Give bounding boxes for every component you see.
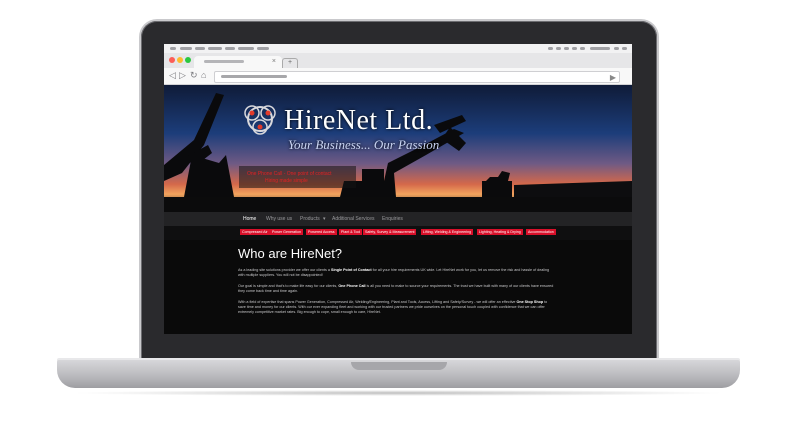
menubar-item[interactable] bbox=[195, 47, 205, 50]
menubar-item[interactable] bbox=[180, 47, 192, 50]
status-icon[interactable] bbox=[564, 47, 569, 50]
menubar-item[interactable] bbox=[238, 47, 254, 50]
minimize-window-button[interactable] bbox=[177, 57, 183, 63]
status-icon[interactable] bbox=[548, 47, 553, 50]
site-logo-text[interactable]: HireNet Ltd. bbox=[284, 105, 433, 137]
laptop-screen: × + ◁ ▷ ↻ ⌂ ▶ HireNet Ltd. Your Business… bbox=[164, 44, 632, 334]
laptop-notch bbox=[351, 362, 447, 370]
category-safety-survey[interactable]: Safety, Survey & Measurement bbox=[363, 229, 417, 235]
hero-banner: HireNet Ltd. Your Business... Our Passio… bbox=[164, 85, 632, 212]
browser-tab[interactable]: × bbox=[194, 56, 282, 68]
category-lifting-welding[interactable]: Lifting, Welding & Engineering bbox=[421, 229, 474, 235]
close-window-button[interactable] bbox=[169, 57, 175, 63]
paragraph-intro: As a leading site solutions provider we … bbox=[238, 268, 550, 277]
category-compressed-air[interactable]: Compressed Air bbox=[240, 229, 270, 235]
site-tagline: Your Business... Our Passion bbox=[288, 137, 440, 152]
os-menubar bbox=[164, 44, 632, 53]
nav-item-why-use-us[interactable]: Why use us bbox=[266, 216, 292, 222]
menubar-item[interactable] bbox=[170, 47, 176, 50]
go-icon[interactable]: ▶ bbox=[610, 73, 616, 82]
paragraph-goal: Our goal is simple and that's to make li… bbox=[238, 284, 554, 293]
close-icon[interactable]: × bbox=[272, 58, 276, 65]
category-plant-tool[interactable]: Plant & Tool bbox=[339, 229, 363, 235]
menubar-item[interactable] bbox=[225, 47, 235, 50]
url-text bbox=[221, 75, 287, 78]
reload-icon[interactable]: ↻ bbox=[190, 70, 198, 81]
search-icon[interactable] bbox=[614, 47, 619, 50]
promo-box: One Phone Call - One point of contact Hi… bbox=[239, 166, 356, 188]
paragraph-expertise: With a field of expertise that spans Pow… bbox=[238, 300, 548, 314]
nav-item-products[interactable]: Products bbox=[300, 216, 320, 222]
content-section: Who are HireNet? As a leading site solut… bbox=[164, 240, 632, 334]
maximize-window-button[interactable] bbox=[185, 57, 191, 63]
nav-item-home[interactable]: Home bbox=[243, 216, 256, 222]
page-title: Who are HireNet? bbox=[238, 246, 343, 261]
back-arrow-icon[interactable]: ◁ bbox=[169, 70, 176, 81]
nav-item-additional-services[interactable]: Additional Services bbox=[332, 216, 375, 222]
chevron-down-icon[interactable]: ▾ bbox=[323, 216, 326, 222]
menubar-item[interactable] bbox=[208, 47, 222, 50]
clock bbox=[590, 47, 610, 50]
tab-title bbox=[204, 60, 244, 63]
promo-line-1: One Phone Call - One point of contact bbox=[247, 171, 332, 177]
category-powered-access[interactable]: Powered Access bbox=[306, 229, 337, 235]
laptop-shadow bbox=[70, 390, 727, 396]
home-icon[interactable]: ⌂ bbox=[201, 70, 206, 81]
promo-line-2: Hiring made simple bbox=[265, 178, 308, 184]
status-icon[interactable] bbox=[572, 47, 577, 50]
status-icon[interactable] bbox=[556, 47, 561, 50]
logo-icon bbox=[244, 105, 276, 135]
forward-arrow-icon[interactable]: ▷ bbox=[179, 70, 186, 81]
address-bar[interactable]: ▶ bbox=[214, 71, 620, 83]
plus-icon[interactable]: + bbox=[282, 58, 298, 68]
category-lighting-heating[interactable]: Lighting, Heating & Drying bbox=[477, 229, 523, 235]
browser-titlebar: × + bbox=[164, 53, 632, 68]
menubar-item[interactable] bbox=[257, 47, 269, 50]
nav-item-enquiries[interactable]: Enquiries bbox=[382, 216, 403, 222]
status-icon[interactable] bbox=[580, 47, 585, 50]
menu-icon[interactable] bbox=[622, 47, 627, 50]
category-power-generation[interactable]: Power Generation bbox=[270, 229, 303, 235]
category-bar: Compressed Air Power Generation Powered … bbox=[164, 228, 632, 238]
browser-toolbar: ◁ ▷ ↻ ⌂ ▶ bbox=[164, 68, 632, 85]
category-accommodation[interactable]: Accommodation bbox=[526, 229, 556, 235]
web-page: HireNet Ltd. Your Business... Our Passio… bbox=[164, 85, 632, 334]
main-nav: Home Why use us Products ▾ Additional Se… bbox=[164, 212, 632, 226]
